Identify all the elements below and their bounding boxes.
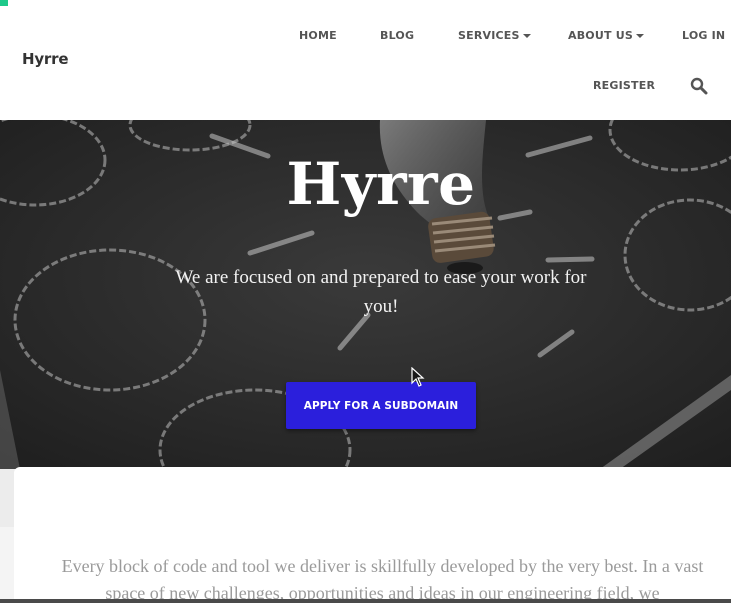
apply-subdomain-button[interactable]: APPLY FOR A SUBDOMAIN — [286, 382, 476, 429]
site-header: Hyrre HOME BLOG SERVICES ABOUT US LOG IN… — [0, 0, 731, 120]
nav-about-us[interactable]: ABOUT US — [568, 29, 644, 42]
brand-logo[interactable]: Hyrre — [22, 50, 69, 68]
hero-section: Hyrre We are focused on and prepared to … — [0, 120, 731, 469]
hero-title: Hyrre — [286, 150, 476, 218]
nav-login[interactable]: LOG IN — [682, 29, 725, 42]
nav-services[interactable]: SERVICES — [458, 29, 531, 42]
caret-down-icon — [635, 34, 644, 38]
page-left-strip — [0, 527, 14, 603]
hero-subtitle: We are focused on and prepared to ease y… — [175, 267, 587, 317]
corner-accent-mark — [0, 0, 8, 6]
bottom-scroll-bar — [0, 599, 731, 603]
caret-down-icon — [522, 34, 531, 38]
search-icon[interactable] — [690, 77, 708, 95]
intro-paragraph: Every block of code and tool we deliver … — [61, 556, 704, 603]
mouse-cursor-icon — [411, 367, 425, 387]
nav-about-label: ABOUT US — [568, 29, 633, 42]
content-card: Every block of code and tool we deliver … — [14, 467, 731, 603]
nav-home[interactable]: HOME — [299, 29, 337, 42]
nav-blog[interactable]: BLOG — [380, 29, 414, 42]
nav-register[interactable]: REGISTER — [593, 79, 655, 92]
nav-services-label: SERVICES — [458, 29, 520, 42]
